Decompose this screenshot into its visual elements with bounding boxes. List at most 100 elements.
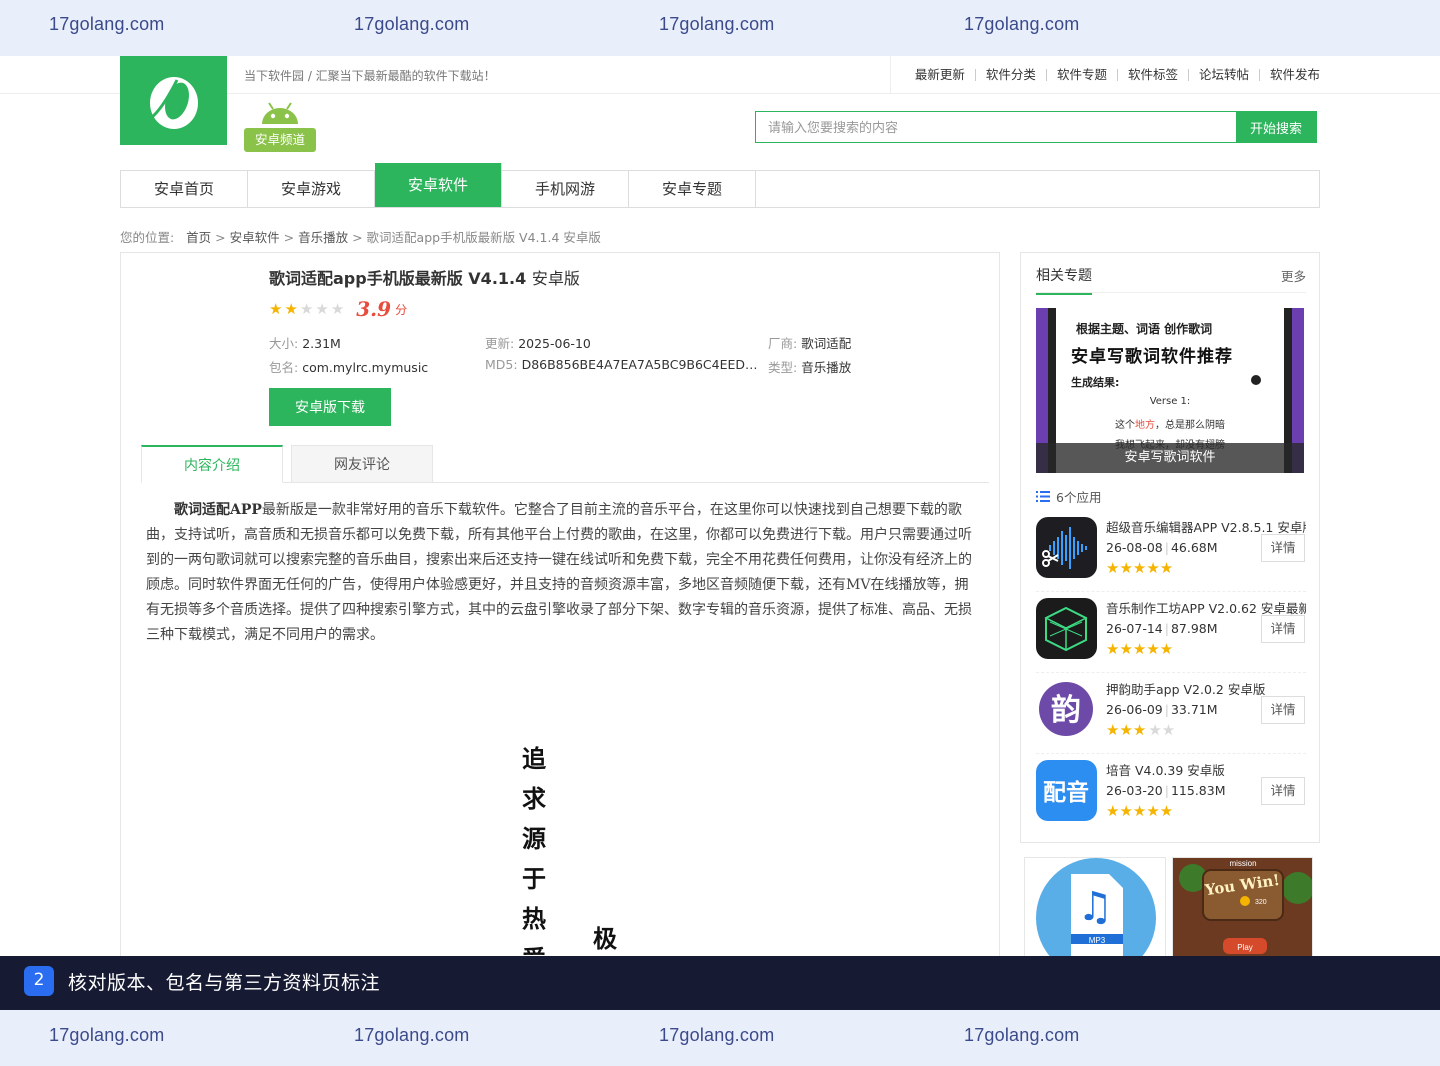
- breadcrumb-music[interactable]: 音乐播放: [298, 230, 348, 245]
- logo-leaf-icon: [149, 76, 198, 129]
- top-nav-topics[interactable]: 软件专题: [1045, 68, 1117, 81]
- search-input[interactable]: [756, 112, 1236, 142]
- promo-char: 极: [593, 925, 617, 953]
- svg-text:配音: 配音: [1043, 779, 1089, 806]
- detail-button[interactable]: 详情: [1261, 696, 1305, 724]
- app-score: 3.9: [356, 297, 392, 321]
- app-date: 26-07-14: [1106, 621, 1163, 636]
- list-item: 配音 培音 V4.0.39 安卓版 26-03-20 | 115.83M ★★★★★…: [1036, 754, 1306, 835]
- notice-bar: 2 核对版本、包名与第三方资料页标注: [0, 956, 1440, 1010]
- audio-editor-icon[interactable]: [1036, 517, 1097, 578]
- android-icon: [262, 102, 298, 124]
- meta-size-value: 2.31M: [302, 336, 341, 351]
- star-icon: ★: [330, 300, 345, 318]
- banner-line: Verse 1:: [1149, 396, 1191, 407]
- app-stars: ★★★★★: [1106, 802, 1175, 820]
- game-score: 320: [1255, 899, 1267, 906]
- related-topics-panel: 相关专题 更多 根据主题、词语 创作歌词 安卓写歌词软件推荐 生成结果: Ver…: [1020, 252, 1320, 843]
- app-rating: ★ ★ ★ ★ ★ 3.9 分: [269, 297, 407, 321]
- tab-comments[interactable]: 网友评论: [291, 445, 433, 483]
- top-nav-forum[interactable]: 论坛转帖: [1187, 68, 1259, 81]
- meta-package: 包名: com.mylrc.mymusic: [269, 357, 428, 376]
- top-nav-latest[interactable]: 最新更新: [905, 68, 975, 81]
- watermark-text: 17golang.com: [964, 1025, 1080, 1045]
- svg-text:韵: 韵: [1051, 693, 1081, 728]
- peiyin-icon[interactable]: 配音: [1036, 760, 1097, 821]
- list-icon: [1036, 491, 1050, 502]
- main-nav: 安卓首页 安卓游戏 安卓软件 手机网游 安卓专题: [120, 163, 1320, 208]
- app-date: 26-08-08: [1106, 540, 1163, 555]
- breadcrumb-sep: >: [352, 230, 363, 245]
- app-detail-panel: 歌词适配app手机版最新版 V4.1.4 安卓版 ★ ★ ★ ★ ★ 3.9 分…: [120, 252, 1000, 1010]
- meta-package-label: 包名:: [269, 360, 299, 375]
- app-count-text: 6个应用: [1056, 490, 1102, 505]
- star-icon: ★★★★★: [1106, 802, 1174, 820]
- app-score-unit: 分: [395, 302, 408, 317]
- meta-vendor-label: 厂商:: [768, 336, 798, 351]
- detail-button[interactable]: 详情: [1261, 615, 1305, 643]
- rhyme-icon[interactable]: 韵: [1036, 679, 1097, 740]
- watermark-text: 17golang.com: [49, 14, 165, 34]
- related-topics-header: 相关专题 更多: [1036, 265, 1306, 295]
- nav-android-games[interactable]: 安卓游戏: [248, 171, 375, 207]
- site-tagline: 当下软件园 / 汇聚当下最新最酷的软件下载站！: [244, 69, 496, 83]
- breadcrumb-sep: >: [215, 230, 226, 245]
- app-stars: ★★★★★: [1106, 559, 1175, 577]
- nav-android-home[interactable]: 安卓首页: [121, 171, 248, 207]
- meta-updated-value: 2025-06-10: [518, 336, 591, 351]
- app-title: 歌词适配app手机版最新版 V4.1.4 安卓版: [269, 265, 580, 289]
- app-date: 26-06-09: [1106, 702, 1163, 717]
- topic-banner[interactable]: 根据主题、词语 创作歌词 安卓写歌词软件推荐 生成结果: Verse 1: 这个…: [1036, 308, 1304, 473]
- app-title-version: V4.1.4: [468, 269, 527, 288]
- breadcrumb-home[interactable]: 首页: [186, 230, 211, 245]
- mp3-label: MP3: [1089, 936, 1106, 945]
- top-nav-publish[interactable]: 软件发布: [1258, 68, 1320, 81]
- meta-vendor-value: 歌词适配: [801, 336, 852, 351]
- game-top-label: mission: [1229, 859, 1256, 868]
- nav-mobile-online-games[interactable]: 手机网游: [502, 171, 629, 207]
- promo-char: 源: [522, 825, 546, 853]
- meta-type: 类型: 音乐播放: [768, 357, 851, 376]
- banner-text-highlight: 地方: [1135, 420, 1155, 431]
- top-nav-categories[interactable]: 软件分类: [974, 68, 1046, 81]
- android-channel-badge[interactable]: 安卓频道: [244, 102, 316, 154]
- meta-updated-label: 更新:: [485, 336, 515, 351]
- search-box: 开始搜索: [755, 111, 1317, 143]
- breadcrumb-android-software[interactable]: 安卓软件: [230, 230, 280, 245]
- android-download-button[interactable]: 安卓版下载: [269, 388, 391, 426]
- app-size: 87.98M: [1170, 621, 1218, 636]
- promo-char: 求: [522, 785, 546, 813]
- meta-package-value: com.mylrc.mymusic: [302, 360, 429, 375]
- app-description: 歌词适配APP最新版是一款非常好用的音乐下载软件。它整合了目前主流的音乐平台，在…: [146, 498, 976, 648]
- app-info: 26-07-14 | 87.98M: [1106, 621, 1218, 636]
- star-icon: ★: [315, 300, 329, 318]
- detail-button[interactable]: 详情: [1261, 534, 1305, 562]
- nav-android-software[interactable]: 安卓软件: [375, 163, 502, 207]
- tab-intro[interactable]: 内容介绍: [141, 445, 283, 483]
- search-button[interactable]: 开始搜索: [1236, 112, 1316, 142]
- music-cube-icon[interactable]: [1036, 598, 1097, 659]
- top-nav-tags[interactable]: 软件标签: [1116, 68, 1188, 81]
- notice-text: 核对版本、包名与第三方资料页标注: [68, 972, 381, 994]
- nav-android-topics[interactable]: 安卓专题: [629, 171, 756, 207]
- game-thumbnail[interactable]: mission You Win! 320 Play: [1172, 857, 1313, 957]
- meta-vendor: 厂商: 歌词适配: [768, 333, 851, 352]
- detail-button[interactable]: 详情: [1261, 777, 1305, 805]
- list-item: 韵 押韵助手app V2.0.2 安卓版 26-06-09 | 33.71M ★★★…: [1036, 673, 1306, 754]
- related-topics-more-link[interactable]: 更多: [1281, 266, 1306, 285]
- watermark-text: 17golang.com: [49, 1025, 165, 1045]
- meta-size-label: 大小:: [269, 336, 299, 351]
- app-info: 26-06-09 | 33.71M: [1106, 702, 1218, 717]
- watermark-text: 17golang.com: [964, 14, 1080, 34]
- site-logo[interactable]: [120, 56, 227, 145]
- app-count: 6个应用: [1036, 487, 1101, 506]
- app-size: 115.83M: [1170, 783, 1226, 798]
- game-play-label: Play: [1237, 943, 1253, 952]
- app-title-edition: 安卓版: [531, 269, 580, 288]
- banner-headline: 安卓写歌词软件推荐: [1071, 347, 1233, 367]
- meta-updated: 更新: 2025-06-10: [485, 333, 591, 352]
- app-stars: ★★★★★: [1106, 721, 1177, 739]
- meta-type-label: 类型:: [768, 360, 798, 375]
- close-icon: [1251, 375, 1261, 385]
- mp3-thumbnail[interactable]: ♫ MP3: [1024, 857, 1166, 957]
